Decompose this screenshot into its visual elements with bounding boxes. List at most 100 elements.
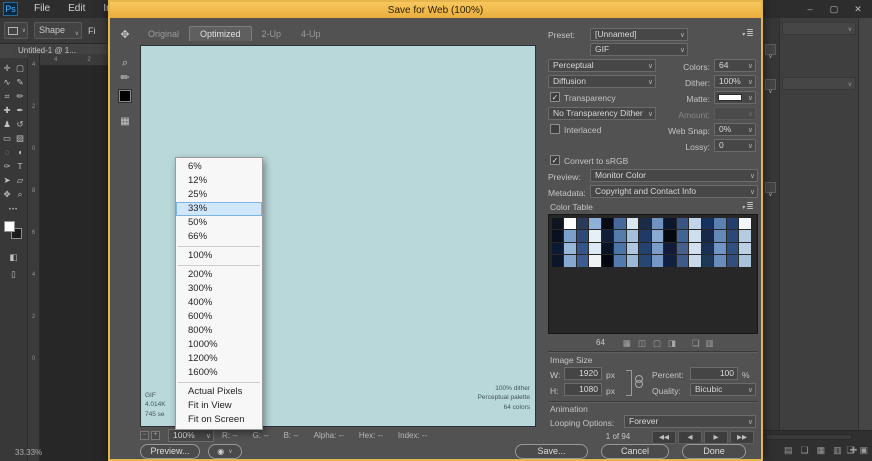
- zoom-option-400[interactable]: 400%: [176, 296, 262, 310]
- color-swatch[interactable]: [601, 217, 613, 229]
- color-swatch[interactable]: [614, 255, 626, 267]
- width-field[interactable]: 1920: [564, 367, 602, 380]
- color-swatch[interactable]: [651, 217, 663, 229]
- clone-stamp-tool[interactable]: ♟: [1, 118, 14, 131]
- zoom-out-icon[interactable]: −: [140, 431, 149, 440]
- color-swatch[interactable]: [739, 217, 751, 229]
- color-swatch[interactable]: [714, 242, 726, 254]
- zoom-option-800[interactable]: 800%: [176, 324, 262, 338]
- save-button[interactable]: Save...: [515, 444, 588, 459]
- dither-method-select[interactable]: Diffusion: [548, 75, 656, 88]
- color-swatch[interactable]: [726, 217, 738, 229]
- color-swatch[interactable]: [639, 217, 651, 229]
- color-swatch[interactable]: [701, 217, 713, 229]
- first-frame-button[interactable]: ◀◀: [652, 431, 676, 444]
- transparency-dither-select[interactable]: No Transparency Dither: [548, 107, 656, 120]
- color-swatch[interactable]: [601, 242, 613, 254]
- panel-collapse-icon[interactable]: [765, 79, 776, 90]
- zoom-option-12[interactable]: 12%: [176, 174, 262, 188]
- zoom-option-fit-on-screen[interactable]: Fit on Screen: [176, 413, 262, 427]
- color-swatch[interactable]: [626, 242, 638, 254]
- color-swatch[interactable]: [639, 255, 651, 267]
- dialog-title-bar[interactable]: Save for Web (100%): [110, 2, 761, 18]
- color-swatch[interactable]: [739, 242, 751, 254]
- color-swatch[interactable]: [626, 230, 638, 242]
- zoom-option-1000[interactable]: 1000%: [176, 338, 262, 352]
- panel-menu-icon[interactable]: ≣: [740, 28, 756, 39]
- color-swatch[interactable]: [701, 230, 713, 242]
- color-swatch[interactable]: [551, 242, 563, 254]
- percent-field[interactable]: 100: [690, 367, 738, 380]
- color-swatch[interactable]: [739, 255, 751, 267]
- zoom-option-1200[interactable]: 1200%: [176, 352, 262, 366]
- colors-select[interactable]: 64: [714, 59, 756, 72]
- link-dimensions-icon[interactable]: [635, 375, 643, 389]
- zoom-option-actual-pixels[interactable]: Actual Pixels: [176, 385, 262, 399]
- color-swatch[interactable]: [639, 242, 651, 254]
- preview-select[interactable]: Monitor Color: [590, 169, 758, 182]
- color-swatch[interactable]: [564, 217, 576, 229]
- transparency-checkbox[interactable]: ✓: [550, 92, 560, 102]
- horizontal-scrollbar[interactable]: [766, 434, 852, 440]
- collapsed-panel-header[interactable]: [782, 22, 856, 35]
- swatches-panel-icon[interactable]: ▥: [833, 444, 842, 456]
- height-field[interactable]: 1080: [564, 383, 602, 396]
- lossy-select[interactable]: 0: [714, 139, 756, 152]
- foreground-color-swatch[interactable]: [3, 221, 15, 232]
- panel-menu-icon[interactable]: ≣: [740, 201, 756, 212]
- color-swatch[interactable]: [701, 242, 713, 254]
- color-swatch[interactable]: [576, 242, 588, 254]
- color-swatch[interactable]: [564, 255, 576, 267]
- zoom-option-1600[interactable]: 1600%: [176, 366, 262, 380]
- eyedropper-tool[interactable]: ✏: [116, 71, 134, 86]
- folder-icon[interactable]: ❏: [846, 444, 854, 456]
- color-swatch[interactable]: [576, 217, 588, 229]
- previous-frame-button[interactable]: ◀: [678, 431, 702, 444]
- document-zoom-status[interactable]: 33.33%: [15, 448, 42, 457]
- zoom-option-66[interactable]: 66%: [176, 230, 262, 244]
- color-swatch[interactable]: [589, 230, 601, 242]
- color-swatch[interactable]: [551, 217, 563, 229]
- menu-edit[interactable]: Edit: [59, 0, 94, 18]
- color-swatch[interactable]: [726, 242, 738, 254]
- color-swatch[interactable]: [664, 230, 676, 242]
- color-swatch[interactable]: [651, 242, 663, 254]
- color-swatch[interactable]: [614, 230, 626, 242]
- color-swatch[interactable]: [589, 217, 601, 229]
- quick-selection-tool[interactable]: ✎: [14, 76, 27, 89]
- quick-mask-icon[interactable]: ◧: [7, 251, 20, 264]
- tab-optimized[interactable]: Optimized: [189, 26, 252, 41]
- interlaced-checkbox[interactable]: [550, 124, 560, 134]
- color-swatch[interactable]: [714, 255, 726, 267]
- color-swatch[interactable]: [639, 230, 651, 242]
- collapsed-panel-header[interactable]: [782, 77, 856, 90]
- cancel-button[interactable]: Cancel: [601, 444, 669, 459]
- panel-collapse-icon[interactable]: [765, 182, 776, 193]
- color-swatch[interactable]: [689, 242, 701, 254]
- toggle-slices-icon[interactable]: ▦: [116, 114, 134, 129]
- screen-mode-icon[interactable]: ▯: [7, 268, 20, 281]
- eyedropper-tool[interactable]: ✏: [14, 90, 27, 103]
- hand-tool[interactable]: ✥: [116, 28, 134, 43]
- eraser-tool[interactable]: ▭: [1, 132, 14, 145]
- color-swatch[interactable]: [676, 242, 688, 254]
- zoom-option-6[interactable]: 6%: [176, 160, 262, 174]
- blur-tool[interactable]: ◌: [1, 146, 14, 159]
- brush-tool[interactable]: ✒: [14, 104, 27, 117]
- color-swatch[interactable]: [614, 217, 626, 229]
- metadata-select[interactable]: Copyright and Contact Info: [590, 185, 758, 198]
- color-swatch[interactable]: [651, 255, 663, 267]
- dodge-tool[interactable]: ◖: [14, 146, 27, 159]
- color-swatch[interactable]: [564, 230, 576, 242]
- dither-select[interactable]: 100%: [714, 75, 756, 88]
- color-swatch[interactable]: [576, 255, 588, 267]
- more-tools-icon[interactable]: •••: [0, 207, 27, 213]
- lock-color-icon[interactable]: ◫: [638, 337, 646, 349]
- color-swatch[interactable]: [726, 255, 738, 267]
- zoom-option-50[interactable]: 50%: [176, 216, 262, 230]
- zoom-in-icon[interactable]: +: [151, 431, 160, 440]
- shape-tool[interactable]: ▱: [14, 174, 27, 187]
- color-swatch[interactable]: [676, 230, 688, 242]
- quality-select[interactable]: Bicubic: [690, 383, 756, 396]
- color-swatch[interactable]: [714, 230, 726, 242]
